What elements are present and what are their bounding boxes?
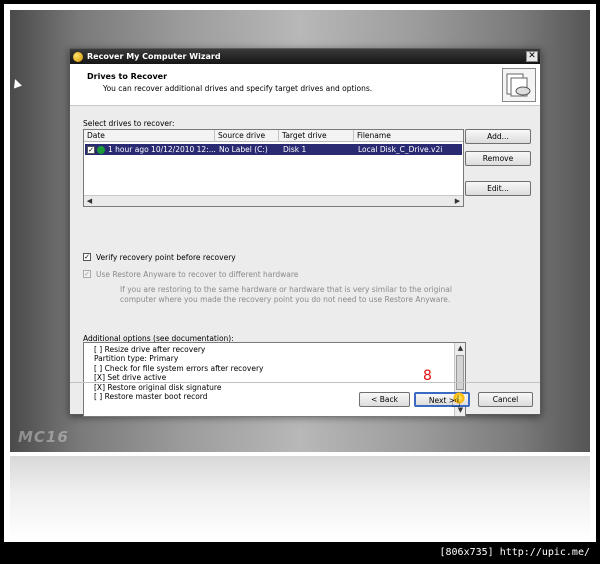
column-filename[interactable]: Filename bbox=[354, 130, 463, 141]
page-title: Drives to Recover bbox=[87, 72, 168, 81]
title-bar: Recover My Computer Wizard ✕ bbox=[70, 49, 540, 64]
cell-source-drive: No Label (C:) bbox=[219, 145, 268, 154]
list-item: [ ] Resize drive after recovery bbox=[94, 345, 206, 354]
restore-anyware-label: Use Restore Anyware to recover to differ… bbox=[96, 270, 299, 279]
verify-label: Verify recovery point before recovery bbox=[96, 253, 236, 262]
window-title: Recover My Computer Wizard bbox=[87, 52, 221, 61]
image-footer: [806x735] http://upic.me/ bbox=[6, 545, 594, 562]
green-status-icon bbox=[97, 145, 105, 154]
row-checkbox[interactable]: ✓ bbox=[87, 145, 95, 154]
verify-checkbox[interactable]: ✓ bbox=[83, 253, 91, 261]
scroll-left-icon[interactable]: ◀ bbox=[84, 196, 95, 206]
list-item: [X] Set drive active bbox=[94, 373, 167, 382]
app-icon bbox=[73, 51, 83, 62]
table-row[interactable]: ✓ 1 hour ago 10/12/2010 12:... No Label … bbox=[85, 144, 462, 155]
brand-watermark: MC16 bbox=[18, 428, 69, 446]
step-annotation: 8 bbox=[423, 368, 432, 384]
scroll-thumb[interactable] bbox=[456, 355, 464, 390]
edit-button[interactable]: Edit... bbox=[465, 181, 531, 196]
list-item: [ ] Restore master boot record bbox=[94, 392, 208, 401]
add-button[interactable]: Add... bbox=[465, 129, 531, 144]
list-item: Partition type: Primary bbox=[94, 354, 179, 363]
cell-filename: Local Disk_C_Drive.v2i bbox=[358, 145, 443, 154]
list-item: [X] Restore original disk signature bbox=[94, 383, 222, 392]
wizard-content: Select drives to recover: Date Source dr… bbox=[70, 107, 540, 417]
list-item: [ ] Check for file system errors after r… bbox=[94, 364, 264, 373]
source-watermark: [806x735] http://upic.me/ bbox=[439, 547, 590, 558]
restore-anyware-checkbox[interactable]: ✓ bbox=[83, 270, 91, 278]
column-date[interactable]: Date bbox=[84, 130, 215, 141]
cell-target-drive: Disk 1 bbox=[283, 145, 307, 154]
page-subtitle: You can recover additional drives and sp… bbox=[103, 84, 373, 93]
close-button[interactable]: ✕ bbox=[526, 51, 538, 62]
screenshot-frame: ▲ MC16 Recover My Computer Wizard ✕ Driv… bbox=[4, 4, 596, 542]
wizard-computer-icon bbox=[502, 68, 536, 102]
list-header: Date Source drive Target drive Filename bbox=[84, 130, 463, 142]
cancel-button[interactable]: Cancel bbox=[478, 392, 533, 407]
column-target-drive[interactable]: Target drive bbox=[279, 130, 354, 141]
horizontal-scrollbar[interactable]: ◀ ▶ bbox=[84, 195, 463, 206]
drives-label: Select drives to recover: bbox=[83, 119, 175, 128]
wizard-header: Drives to Recover You can recover additi… bbox=[70, 64, 540, 106]
column-source-drive[interactable]: Source drive bbox=[215, 130, 279, 141]
footer-divider bbox=[70, 382, 540, 383]
remove-button[interactable]: Remove bbox=[465, 151, 531, 166]
scroll-right-icon[interactable]: ▶ bbox=[452, 196, 463, 206]
back-button[interactable]: < Back bbox=[359, 392, 410, 407]
cell-date: 1 hour ago 10/12/2010 12:... bbox=[108, 145, 216, 154]
scroll-up-icon[interactable]: ▲ bbox=[455, 343, 466, 353]
drives-list[interactable]: Date Source drive Target drive Filename … bbox=[83, 129, 464, 207]
hand-cursor-icon: ☝ bbox=[451, 392, 461, 411]
window-reflection bbox=[10, 456, 590, 540]
recover-wizard-window: Recover My Computer Wizard ✕ Drives to R… bbox=[69, 48, 541, 417]
restore-anyware-note: If you are restoring to the same hardwar… bbox=[120, 285, 452, 304]
